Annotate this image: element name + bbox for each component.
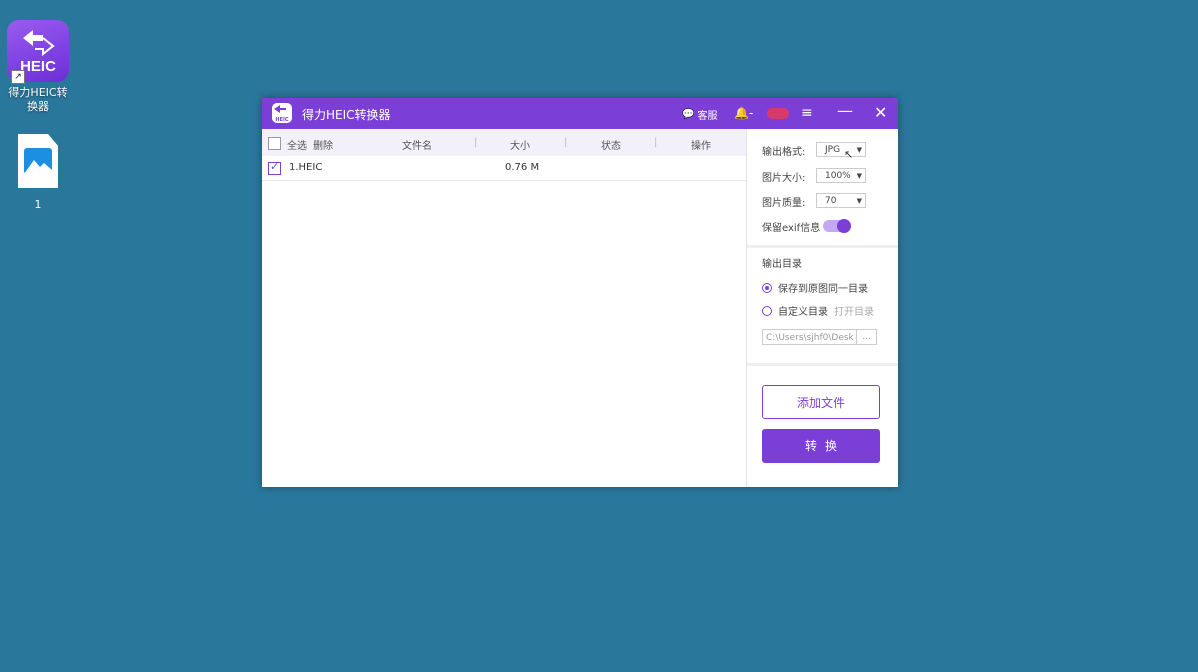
- menu-button[interactable]: ≡: [801, 105, 813, 121]
- divider: [747, 363, 898, 366]
- vip-badge[interactable]: [767, 108, 789, 119]
- column-separator: |: [564, 137, 568, 148]
- add-file-button[interactable]: 添加文件: [762, 385, 880, 419]
- app-shortcut-label: 得力HEIC转换器: [8, 86, 68, 113]
- output-dir-title: 输出目录: [762, 255, 802, 270]
- desktop-app-shortcut[interactable]: HEIC ↗ 得力HEIC转换器: [4, 20, 72, 114]
- dropdown-arrow-icon: ▼: [856, 146, 862, 154]
- chat-bubble-icon: 💬: [682, 109, 695, 120]
- swap-arrows-icon: [23, 30, 55, 56]
- output-path-value: C:\Users\sjhf0\Desk: [766, 333, 854, 343]
- convert-button[interactable]: 转换: [762, 429, 880, 463]
- mouse-cursor-icon: ↖: [844, 148, 854, 161]
- file-size-cell: 0.76 M: [505, 162, 540, 173]
- bell-icon: 🔔: [734, 106, 749, 120]
- radio-same-dir-button[interactable]: [762, 282, 772, 293]
- size-value: 100%: [825, 171, 851, 181]
- settings-panel: 输出格式: JPG ▼ ↖ 图片大小: 100% ▼ 图片质量: 70 ▼ 保留…: [747, 129, 898, 487]
- dropdown-arrow-icon: ▼: [856, 197, 862, 205]
- quality-setting: 图片质量:: [762, 194, 805, 209]
- size-select[interactable]: 100% ▼: [816, 168, 866, 183]
- size-setting: 图片大小:: [762, 169, 805, 184]
- browse-button[interactable]: ...: [856, 329, 876, 345]
- column-separator: |: [654, 137, 658, 148]
- app-logo-text: HEIC: [275, 117, 289, 123]
- bell-suffix: -: [748, 106, 754, 120]
- exif-setting: 保留exif信息: [762, 219, 820, 234]
- radio-same-dir[interactable]: 保存到原图同一目录: [762, 280, 868, 295]
- file-list-panel: 全选 删除 文件名 | 大小 | 状态 | 操作 1.HEIC 0.76 M: [262, 129, 747, 487]
- quality-select[interactable]: 70 ▼: [816, 193, 866, 208]
- close-button[interactable]: ✕: [874, 103, 887, 122]
- column-separator: |: [474, 137, 478, 148]
- output-dir-title-text: 输出目录: [762, 259, 802, 270]
- file-list-header: 全选 删除 文件名 | 大小 | 状态 | 操作: [262, 129, 746, 156]
- minimize-button[interactable]: —: [837, 101, 853, 120]
- select-all-label[interactable]: 全选: [287, 137, 307, 152]
- customer-service-label: 客服: [697, 111, 718, 122]
- quality-label: 图片质量:: [762, 198, 806, 209]
- column-status: 状态: [601, 141, 621, 152]
- output-path-field[interactable]: C:\Users\sjhf0\Desk ...: [762, 329, 877, 345]
- exif-label: 保留exif信息: [762, 223, 821, 234]
- size-label: 图片大小:: [762, 173, 806, 184]
- table-row[interactable]: 1.HEIC 0.76 M: [262, 156, 746, 181]
- format-label: 输出格式:: [762, 147, 806, 158]
- title-bar: HEIC 得力HEIC转换器 💬 客服 🔔- ≡ — ✕: [262, 98, 898, 129]
- desktop-image-file[interactable]: 1: [12, 134, 64, 212]
- shortcut-arrow-icon: ↗: [11, 70, 25, 84]
- column-size: 大小: [510, 141, 530, 152]
- quality-value: 70: [825, 196, 837, 206]
- customer-service-button[interactable]: 💬 客服: [682, 107, 717, 122]
- row-checkbox[interactable]: [268, 160, 281, 175]
- format-select[interactable]: JPG ▼: [816, 142, 866, 157]
- open-dir-link[interactable]: 打开目录: [834, 303, 874, 318]
- radio-custom-dir-label: 自定义目录: [778, 307, 828, 318]
- delete-button[interactable]: 删除: [313, 137, 333, 152]
- select-all-checkbox[interactable]: [268, 137, 281, 150]
- column-action: 操作: [691, 141, 711, 152]
- format-setting: 输出格式:: [762, 143, 805, 158]
- divider: [747, 245, 898, 248]
- format-value: JPG: [825, 145, 841, 155]
- dropdown-arrow-icon: ▼: [856, 172, 862, 180]
- radio-same-dir-label: 保存到原图同一目录: [778, 284, 868, 295]
- window-title: 得力HEIC转换器: [302, 108, 391, 122]
- image-file-label: 1: [34, 198, 42, 211]
- heic-converter-window: HEIC 得力HEIC转换器 💬 客服 🔔- ≡ — ✕ 全选 删除 文件名 |…: [262, 98, 898, 487]
- column-filename: 文件名: [402, 141, 432, 152]
- exif-toggle[interactable]: [823, 219, 851, 233]
- radio-custom-dir-button[interactable]: [762, 305, 772, 316]
- notification-button[interactable]: 🔔-: [734, 106, 753, 120]
- radio-custom-dir[interactable]: 自定义目录 打开目录: [762, 303, 874, 318]
- app-logo-icon: HEIC: [272, 103, 292, 123]
- image-file-icon: [18, 134, 58, 188]
- file-name-cell: 1.HEIC: [289, 162, 323, 173]
- heic-app-icon: HEIC ↗: [7, 20, 69, 84]
